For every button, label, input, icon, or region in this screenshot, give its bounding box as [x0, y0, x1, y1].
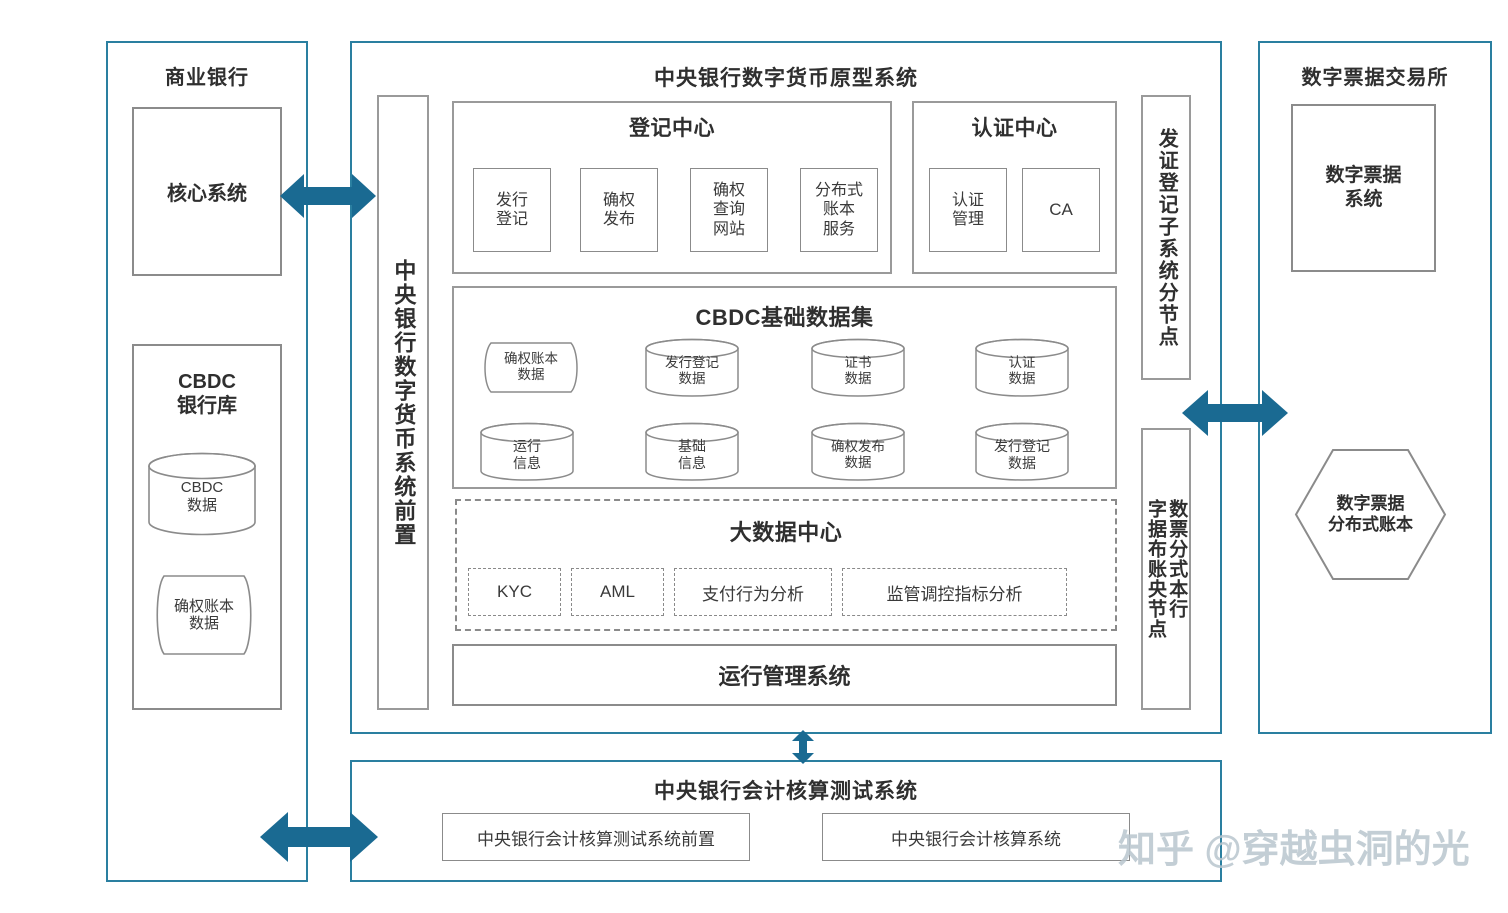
commercial-bank-title: 商业银行 [165, 67, 249, 89]
cbdc-data-line1: CBDC [180, 479, 224, 497]
dataset-r1-0-line1: 确权账本 [504, 351, 558, 367]
dataset-cylinder-issue-registration-2: 发行登记 数据 [974, 422, 1070, 482]
bdc-item-aml[interactable]: AML [571, 568, 664, 616]
reg-item-1-line1: 确权 [602, 191, 635, 209]
accounting-panel-title: 中央银行会计核算测试系统 [654, 780, 918, 803]
dataset-cylinder-certificate: 证书 数据 [810, 338, 906, 398]
reg-item-2-line1: 确权 [712, 182, 745, 200]
big-data-center-title: 大数据中心 [729, 520, 843, 545]
reg-item-issue-registration[interactable]: 发行 登记 [473, 168, 551, 252]
reg-item-distributed-ledger-service[interactable]: 分布式 账本 服务 [800, 168, 878, 252]
dataset-r1-3-line2: 数据 [1008, 370, 1036, 386]
operation-management-system-box[interactable]: 运行管理系统 [452, 644, 1117, 706]
cbdc-frontend-label: 中央银行数字货币系统前置 [391, 258, 417, 547]
reg-item-2-line3: 网站 [712, 220, 745, 238]
core-system-label: 核心系统 [167, 183, 247, 205]
accounting-item-0-label: 中央银行会计核算测试系统前置 [477, 829, 715, 849]
reg-item-3-line1: 分布式 [814, 182, 863, 200]
cbdc-vault-title: CBDC 银行库 [177, 371, 237, 417]
issuing-registration-subnode-box[interactable]: 发证登记子系统分节点 [1141, 95, 1191, 380]
reg-item-2-line2: 查询 [712, 201, 745, 219]
bdc-item-kyc[interactable]: KYC [468, 568, 561, 616]
authentication-center-title: 认证中心 [971, 117, 1058, 140]
issuing-registration-subnode-label: 发证登记子系统分节点 [1155, 127, 1178, 348]
reg-item-1-line2: 发布 [602, 211, 635, 228]
dataset-r1-2-line2: 数据 [844, 370, 872, 386]
dataset-r2-1-line2: 信息 [678, 454, 706, 471]
cbdc-frontend-box[interactable]: 中央银行数字货币系统前置 [377, 95, 429, 710]
bdc-item-regulatory-indicator-analysis[interactable]: 监管调控指标分析 [842, 568, 1067, 616]
dataset-cylinder-basic-info: 基础 信息 [644, 422, 740, 482]
dataset-cylinder-issue-registration-1: 发行登记 数据 [644, 338, 740, 398]
auth-item-0-line2: 管理 [951, 211, 984, 228]
dataset-r2-3-line1: 发行登记 [994, 438, 1050, 455]
reg-item-0-line1: 发行 [495, 191, 528, 209]
watermark-text: 知乎 @穿越虫洞的光 [1118, 829, 1470, 871]
dataset-r2-0-line1: 运行 [513, 438, 541, 455]
cbdc-data-cylinder: CBDC 数据 [147, 452, 257, 536]
reg-item-confirm-publish[interactable]: 确权 发布 [580, 168, 658, 252]
ledger-hex-line1: 数字票据 [1336, 494, 1405, 514]
accounting-item-1-label: 中央银行会计核算系统 [891, 829, 1061, 849]
arrow-bank-to-central [278, 168, 378, 224]
accounting-system-box[interactable]: 中央银行会计核算系统 [822, 813, 1130, 861]
dataset-r2-2-line1: 确权发布 [831, 438, 885, 454]
reg-item-0-line2: 登记 [495, 211, 528, 228]
dataset-cylinder-authentication: 认证 数据 [974, 338, 1070, 398]
reg-item-3-line3: 服务 [822, 220, 855, 238]
digital-bill-exchange-title: 数字票据交易所 [1301, 67, 1449, 89]
ledger-data-line2: 数据 [188, 615, 219, 632]
dataset-r1-2-line1: 证书 [844, 354, 872, 370]
bill-system-line1: 数字票据 [1325, 165, 1402, 187]
big-data-center-items: KYC AML 支付行为分析 监管调控指标分析 [468, 567, 1106, 617]
dataset-r1-3-line1: 认证 [1008, 354, 1036, 370]
bill-system-line2: 系统 [1344, 189, 1383, 210]
dataset-r2-1-line1: 基础 [678, 438, 706, 455]
central-panel-title: 中央银行数字货币原型系统 [654, 67, 918, 90]
arrow-central-to-accounting [790, 729, 816, 765]
dataset-r2-2-line2: 数据 [844, 454, 872, 470]
reg-item-query-website[interactable]: 确权 查询 网站 [690, 168, 768, 252]
auth-item-0-line1: 认证 [951, 191, 984, 209]
dataset-r2-0-line2: 信息 [513, 454, 541, 471]
dataset-r1-0-line2: 数据 [517, 367, 545, 382]
core-system-box[interactable]: 核心系统 [132, 107, 282, 276]
bill-ledger-central-node-label: 字据布账央节点 数票分式本行 [1145, 499, 1188, 639]
auth-item-ca[interactable]: CA [1022, 168, 1100, 252]
bill-ledger-node-col2: 字据布账央节点 [1145, 499, 1166, 639]
ledger-data-line1: 确权账本 [173, 597, 234, 615]
auth-item-1-line1: CA [1049, 200, 1073, 219]
accounting-frontend-box[interactable]: 中央银行会计核算测试系统前置 [442, 813, 750, 861]
reg-item-3-line2: 账本 [822, 201, 855, 219]
bill-ledger-node-col1: 数票分式本行 [1166, 499, 1188, 619]
arrow-bank-to-accounting [258, 808, 380, 866]
dataset-cylinder-confirm-publish: 确权发布 数据 [810, 422, 906, 482]
dataset-r1-1-line1: 发行登记 [665, 354, 719, 370]
dataset-r1-1-line2: 数据 [678, 370, 706, 386]
dataset-tape-ledger-data: 确权账本 数据 [479, 340, 583, 394]
digital-bill-system-box[interactable]: 数字票据 系统 [1291, 104, 1436, 272]
cbdc-dataset-title: CBDC基础数据集 [695, 305, 874, 330]
ledger-data-tape: 确权账本 数据 [150, 572, 258, 658]
operation-management-system-label: 运行管理系统 [718, 664, 851, 689]
digital-bill-distributed-ledger-hexagon: 数字票据 分布式账本 [1293, 447, 1448, 582]
cbdc-data-line2: 数据 [186, 496, 217, 514]
auth-item-management[interactable]: 认证 管理 [929, 168, 1007, 252]
arrow-central-to-exchange [1180, 385, 1290, 441]
registration-center-title: 登记中心 [629, 117, 715, 140]
ledger-hex-line2: 分布式账本 [1328, 514, 1413, 534]
bdc-item-payment-behavior-analysis[interactable]: 支付行为分析 [674, 568, 832, 616]
dataset-cylinder-runtime-info: 运行 信息 [479, 422, 575, 482]
bill-ledger-central-node-box[interactable]: 字据布账央节点 数票分式本行 [1141, 428, 1191, 710]
dataset-r2-3-line2: 数据 [1008, 454, 1036, 471]
diagram-canvas: 商业银行 核心系统 CBDC 银行库 CBDC 数据 确权账本 数据 中央银行数… [0, 0, 1508, 913]
watermark: 知乎 @穿越虫洞的光 [1118, 818, 1470, 873]
